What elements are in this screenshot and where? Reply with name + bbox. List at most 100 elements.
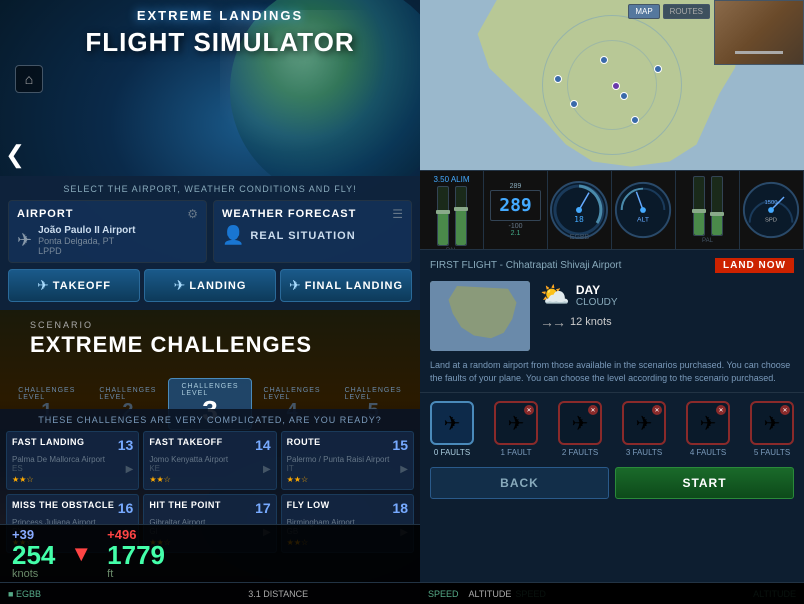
airport-dot-2[interactable] [620,92,628,100]
wind-speed: 12 knots [570,316,612,328]
fault-4-plane: ✈ [700,411,717,436]
fault-4-icon[interactable]: ✈ ✕ [686,401,730,445]
challenges-subtitle: THESE CHALLENGES ARE VERY COMPLICATED, A… [6,415,414,425]
level-2-label: CHALLENGESLEVEL [99,387,156,401]
challenge-15-airport: Palermo / Punta Raisi Airport [287,455,408,464]
fault-3-label: 3 FAULTS [626,448,662,457]
fault-1-icon[interactable]: ✈ ✕ [494,401,538,445]
routes-button[interactable]: ROUTES [663,4,710,19]
final-landing-label: FINAL LANDING [305,280,403,292]
land-now-badge: LAND NOW [715,258,794,273]
challenge-14-number: 14 [255,437,271,453]
airport-weather-row: AIRPORT ⚙ ✈ João Paulo II Airport Ponta … [8,200,412,263]
takeoff-button[interactable]: ✈ TAKEOFF [8,269,140,302]
title-bar: EXTREME LANDINGS FLIGHT SIMULATOR [30,8,410,58]
weather-texts: DAY CLOUDY [576,283,618,308]
landing-button[interactable]: ✈ LANDING [144,269,276,302]
fault-3-icon[interactable]: ✈ ✕ [622,401,666,445]
challenge-15-header: ROUTE 15 [287,437,408,453]
egbb-status: ■ EGBB [8,589,41,599]
landing-icon: ✈ [174,277,186,294]
fault-1-x: ✕ [524,405,534,415]
airport-dot-center[interactable] [612,82,620,90]
challenge-13-country: ES ▶ [12,464,133,473]
throttle-bar-1[interactable] [437,186,449,246]
challenge-18-name: FLY LOW [287,500,330,510]
wind-arrows-icon: →→ [540,314,564,330]
instruments-section: 254 3.50 ALIM PAL [420,170,804,250]
bottom-instruments-right: SPEED ALTITUDE [420,582,804,604]
map-thumbnail [714,0,804,65]
fault-2[interactable]: ✈ ✕ 2 FAULTS [558,401,602,457]
fault-5-icon[interactable]: ✈ ✕ [750,401,794,445]
fault-2-plane: ✈ [572,411,589,436]
fault-5[interactable]: ✈ ✕ 5 FAULTS [750,401,794,457]
challenge-15[interactable]: ROUTE 15 Palermo / Punta Raisi Airport I… [281,431,414,490]
level-4-label: CHALLENGESLEVEL [264,387,321,401]
speed-metric: +39 254 knots [12,527,55,580]
final-landing-button[interactable]: ✈ FINAL LANDING [280,269,412,302]
weather-settings-icon[interactable]: ☰ [392,207,403,221]
challenge-15-stars: ★★☆ [287,475,408,484]
challenge-13-name: FAST LANDING [12,437,85,447]
weather-title: WEATHER FORECAST [222,208,356,220]
airport-settings-icon[interactable]: ⚙ [187,207,198,221]
instrument-throttle-right: PAL [676,171,740,249]
fault-4[interactable]: ✈ ✕ 4 FAULTS [686,401,730,457]
throttle-bar-3[interactable] [693,176,705,236]
airport-section: SELECT THE AIRPORT, WEATHER CONDITIONS A… [0,176,420,310]
bottom-speed-label: SPEED [428,589,459,599]
airport-box: AIRPORT ⚙ ✈ João Paulo II Airport Ponta … [8,200,207,263]
challenge-17-header: HIT THE POINT 17 [149,500,270,516]
instrument-throttle-left: 254 3.50 ALIM PAL [420,171,484,249]
fault-0[interactable]: ✈ 0 FAULTS [430,401,474,457]
fault-3[interactable]: ✈ ✕ 3 FAULTS [622,401,666,457]
airport-details: João Paulo II Airport Ponta Delgada, PT … [38,225,135,256]
airport-dot-5[interactable] [631,116,639,124]
throttle-bar-4[interactable] [711,176,723,236]
final-landing-icon: ✈ [289,277,301,294]
egbb-label: EGBB [570,234,589,241]
weather-info-right: ⛅ DAY CLOUDY →→ 12 knots [540,281,794,330]
level-1-label: CHALLENGESLEVEL [18,387,75,401]
throttle-bars-right [691,176,725,236]
flight-sim-section: ❮ ⌂ EXTREME LANDINGS FLIGHT SIMULATOR SE… [0,0,420,310]
challenge-14[interactable]: FAST TAKEOFF 14 Jomo Kenyatta Airport KE… [143,431,276,490]
challenge-13-header: FAST LANDING 13 [12,437,133,453]
weather-info: 👤 REAL SITUATION [222,225,403,246]
speed-value: 254 [12,542,55,568]
left-nav-arrow[interactable]: ❮ [5,141,25,170]
bottom-metrics-left: +39 254 knots ▼ +496 1779 ft [0,524,420,582]
fault-2-icon[interactable]: ✈ ✕ [558,401,602,445]
level-5-label: CHALLENGESLEVEL [345,387,402,401]
wind-info: →→ 12 knots [540,314,794,330]
svg-text:1500: 1500 [765,200,778,206]
left-panel: ❮ ⌂ EXTREME LANDINGS FLIGHT SIMULATOR SE… [0,0,420,604]
takeoff-label: TAKEOFF [53,280,111,292]
fault-1-label: 1 FAULT [501,448,532,457]
challenge-15-name: ROUTE [287,437,321,447]
start-button[interactable]: START [615,467,794,499]
fault-1[interactable]: ✈ ✕ 1 FAULT [494,401,538,457]
challenge-14-name: FAST TAKEOFF [149,437,222,447]
challenge-18-number: 18 [392,500,408,516]
challenge-13-airport: Palma De Mallorca Airport [12,455,133,464]
fault-0-icon[interactable]: ✈ [430,401,474,445]
instrument-gauge-3: 1500 SPD [740,171,804,249]
fault-2-label: 2 FAULTS [562,448,598,457]
throttle-bar-2[interactable] [455,186,467,246]
altimeter-display: 289 289 -100 2.1 [490,183,541,237]
map-button[interactable]: MAP [628,4,659,19]
top-buttons: MAP ROUTES [628,4,710,19]
back-button[interactable]: BACK [430,467,609,499]
fault-0-plane: ✈ [444,411,461,436]
status-bar: ■ EGBB 3.1 DISTANCE SPEED ALTITUDE [0,582,420,604]
home-button[interactable]: ⌂ [15,65,43,93]
airport-dot-4[interactable] [654,65,662,73]
flight-sim-title: FLIGHT SIMULATOR [30,27,410,58]
fault-4-x: ✕ [716,405,726,415]
challenge-13[interactable]: FAST LANDING 13 Palma De Mallorca Airpor… [6,431,139,490]
airport-info: ✈ João Paulo II Airport Ponta Delgada, P… [17,225,198,256]
weather-sun-icon: ⛅ [540,281,570,310]
action-buttons-row: ✈ TAKEOFF ✈ LANDING ✈ FINAL LANDING [8,269,412,302]
